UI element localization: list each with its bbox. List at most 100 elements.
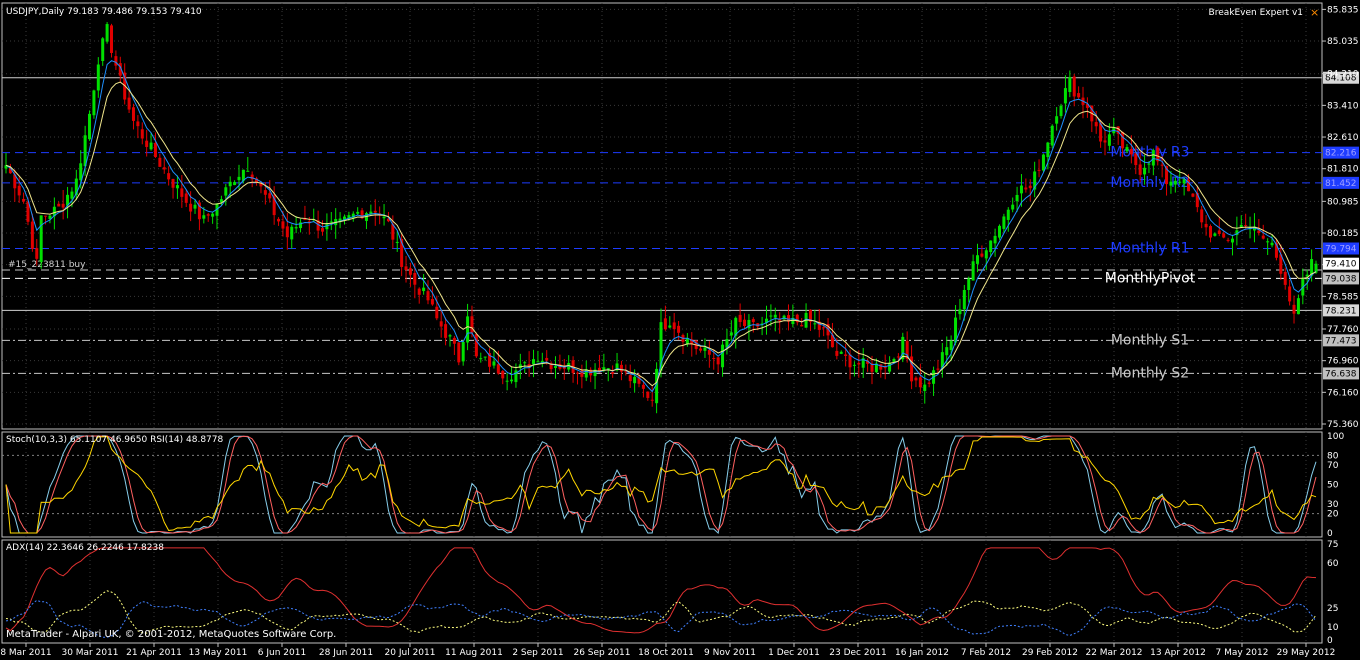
candle-body	[408, 268, 412, 275]
candle-body	[228, 181, 232, 187]
candle-body	[822, 327, 826, 329]
candle-body	[1055, 116, 1059, 124]
level-label: Monthly R1	[1110, 240, 1189, 256]
candle-body	[993, 235, 997, 244]
candle-body	[206, 214, 210, 216]
level-price-text: 79.794	[1325, 244, 1357, 254]
candle-body	[989, 240, 993, 253]
candle-body	[356, 211, 360, 214]
candle-body	[677, 325, 681, 333]
candle-body	[237, 176, 241, 181]
candle-body	[1046, 142, 1050, 158]
candle-body	[290, 226, 294, 240]
trading-chart[interactable]: Monthly R3Monthly R2Monthly R1#15_223811…	[0, 0, 1360, 660]
candle-body	[896, 356, 900, 358]
price-tick-label: 80.185	[1327, 229, 1359, 239]
candle-body	[738, 314, 742, 322]
candle-body	[769, 315, 773, 317]
candle-body	[857, 362, 861, 365]
price-tick-label: 75.360	[1327, 420, 1359, 430]
candle-body	[1068, 77, 1072, 93]
candle-body	[1151, 150, 1155, 166]
candle-body	[888, 362, 892, 372]
candle-body	[1296, 298, 1300, 315]
candle-body	[1283, 271, 1287, 285]
level-label: MonthlyPivot	[1105, 270, 1196, 286]
price-tick-label: 76.160	[1327, 388, 1359, 398]
candle-body	[1041, 154, 1045, 171]
candle-body	[1200, 209, 1204, 223]
candle-body	[1147, 163, 1151, 165]
price-tick-label: 81.810	[1327, 165, 1359, 175]
price-tick-label: 84.210	[1327, 70, 1359, 80]
adx-label: ADX(14) 22.3646 26.2246 17.8238	[6, 543, 164, 553]
candle-body	[914, 377, 918, 381]
candle-body	[167, 173, 171, 180]
stoch-tick-label: 70	[1327, 461, 1339, 471]
candle-body	[505, 380, 509, 382]
time-axis: 8 Mar 2011 30 Mar 2011 21 Apr 2011 13 May 2…	[0, 643, 1335, 658]
candle-body	[430, 299, 434, 305]
level-price-text: 76.638	[1325, 369, 1357, 379]
candle-body	[158, 157, 162, 167]
candle-body	[980, 253, 984, 257]
candle-body	[382, 216, 386, 219]
candle-body	[39, 215, 43, 263]
candle-body	[457, 342, 461, 363]
candle-body	[536, 361, 540, 363]
candle-body	[422, 287, 426, 292]
candle-body	[110, 25, 114, 53]
candle-body	[971, 261, 975, 281]
candle-body	[545, 357, 549, 361]
symbol-info: USDJPY,Daily 79.183 79.486 79.153 79.410	[6, 7, 202, 17]
time-tick-label: 8 Mar 2011	[0, 648, 51, 658]
adx-tick-label: 25	[1327, 604, 1338, 614]
adx-tick-label: 10	[1327, 623, 1339, 633]
stoch-label: Stoch(10,3,3) 65.1107 46.9650 RSI(14) 48…	[6, 435, 224, 445]
candle-body	[180, 188, 184, 197]
candle-body	[211, 213, 215, 217]
candle-body	[663, 318, 667, 330]
order-label: #15_223811 buy	[8, 260, 86, 270]
candle-body	[729, 332, 733, 336]
candle-body	[501, 370, 505, 379]
candle-body	[602, 367, 606, 370]
candle-body	[1178, 181, 1182, 183]
candle-body	[61, 203, 65, 208]
candle-body	[277, 218, 281, 222]
candle-body	[773, 314, 777, 318]
candle-body	[1288, 286, 1292, 302]
candle-body	[883, 367, 887, 369]
candle-body	[281, 221, 285, 229]
time-tick-label: 13 Apr 2012	[1150, 648, 1206, 658]
candle-body	[958, 309, 962, 315]
candle-body	[668, 325, 672, 328]
candle-body	[373, 210, 377, 213]
candle-body	[848, 354, 852, 368]
candle-body	[1208, 226, 1212, 238]
candle-body	[1173, 180, 1177, 185]
candle-body	[1134, 153, 1138, 166]
price-tick-label: 83.410	[1327, 101, 1359, 111]
candle-body	[466, 316, 470, 343]
time-tick-label: 1 Dec 2011	[768, 648, 820, 658]
stoch-tick-label: 30	[1327, 500, 1339, 510]
candle-body	[1226, 239, 1230, 241]
candle-body	[1143, 167, 1147, 175]
adx-tick-label: 75	[1327, 540, 1338, 550]
candle-body	[417, 288, 421, 295]
current-price-text: 79.410	[1325, 260, 1357, 270]
candle-body	[479, 358, 483, 360]
candle-body	[30, 221, 34, 249]
candle-body	[844, 354, 848, 357]
candle-body	[294, 227, 298, 229]
candle-body	[976, 255, 980, 264]
level-price-text: 78.231	[1325, 306, 1357, 316]
candle-body	[839, 351, 843, 354]
close-expert-icon[interactable]: ×	[1310, 6, 1319, 19]
price-tick-label: 78.585	[1327, 292, 1359, 302]
candle-body	[246, 170, 250, 172]
candle-body	[510, 379, 514, 382]
candle-body	[1169, 181, 1173, 186]
candle-body	[1050, 125, 1054, 146]
